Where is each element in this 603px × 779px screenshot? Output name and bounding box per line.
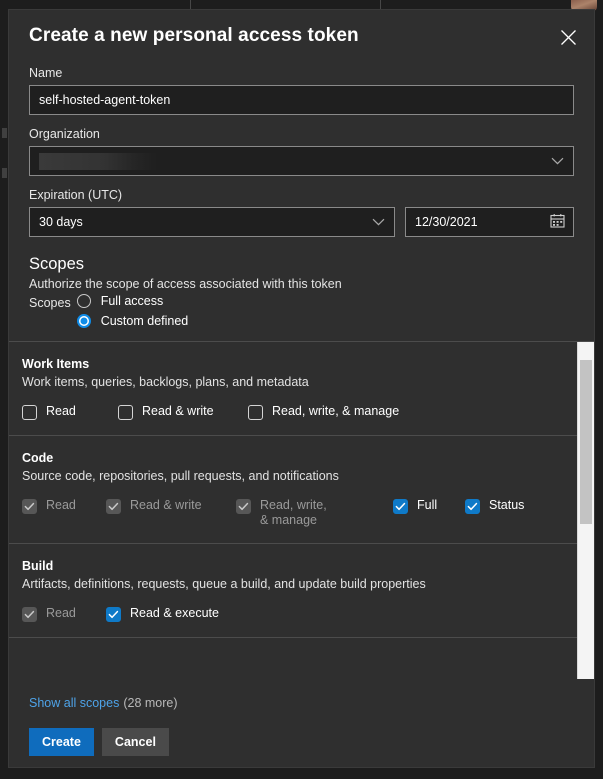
checkbox-checked-disabled-icon xyxy=(106,499,121,514)
scope-radio-label: Custom defined xyxy=(100,314,189,328)
scope-group-description: Work items, queries, backlogs, plans, an… xyxy=(22,375,309,389)
dialog-actions: Create Cancel xyxy=(29,728,574,756)
show-all-scopes-row: Show all scopes (28 more) xyxy=(29,695,574,712)
scope-option: Read & write xyxy=(106,498,236,514)
organization-select[interactable] xyxy=(29,146,574,176)
checkbox-checked-disabled-icon xyxy=(22,607,37,622)
chevron-down-icon xyxy=(551,154,564,168)
scopes-inline-label: Scopes xyxy=(29,296,71,310)
scope-option-label: Read & write xyxy=(142,404,214,418)
dialog-body: Name Organization Expiration (UTC) 30 da… xyxy=(9,65,594,328)
checkbox-checked-disabled-icon xyxy=(236,499,251,514)
scope-option[interactable]: Full xyxy=(393,498,465,514)
scope-options-row: Read Read & execute xyxy=(22,606,575,622)
dialog-header: Create a new personal access token xyxy=(9,10,594,54)
scope-option[interactable]: Read & write xyxy=(118,404,248,420)
organization-redacted-value xyxy=(39,152,157,170)
close-glyph xyxy=(560,29,576,45)
create-token-dialog: Create a new personal access token Name … xyxy=(8,9,595,768)
scope-options-row: Read Read & write Read, write, & manage xyxy=(22,404,575,420)
radio-unchecked-icon xyxy=(76,294,91,308)
scroll-down-arrow-icon[interactable] xyxy=(578,663,594,679)
scope-radio-selected[interactable]: Custom defined xyxy=(76,314,189,328)
checkbox-unchecked-icon xyxy=(118,405,133,420)
checkbox-unchecked-icon xyxy=(248,405,263,420)
scope-option[interactable]: Status xyxy=(465,498,524,514)
checkbox-unchecked-icon xyxy=(22,405,37,420)
scopes-radio-group: Full access Custom defined xyxy=(76,294,189,328)
expiration-period-value: 30 days xyxy=(39,215,83,229)
chevron-down-icon xyxy=(372,215,385,229)
scope-option[interactable]: Read & execute xyxy=(106,606,219,622)
scope-group-name: Work Items xyxy=(22,357,90,371)
cancel-button[interactable]: Cancel xyxy=(101,728,169,756)
expiration-period-select[interactable]: 30 days xyxy=(29,207,395,237)
backdrop-seam xyxy=(380,0,381,9)
scope-option-label: Read xyxy=(46,404,76,418)
scope-options-row: Read Read & write Read, write, & manage Ful… xyxy=(22,498,575,528)
scope-option-label: Status xyxy=(489,498,525,512)
expiration-label: Expiration (UTC) xyxy=(29,188,123,202)
scope-option: Read xyxy=(22,498,106,514)
scope-group: Work Items Work items, queries, backlogs,… xyxy=(9,342,577,436)
scope-option[interactable]: Read, write, & manage xyxy=(248,404,399,420)
scroll-up-arrow-icon[interactable] xyxy=(578,342,594,358)
checkbox-checked-disabled-icon xyxy=(22,499,37,514)
checkbox-checked-icon xyxy=(393,499,408,514)
scope-option[interactable]: Read xyxy=(22,404,118,420)
scope-group-name: Code xyxy=(22,451,54,465)
scope-group-description: Source code, repositories, pull requests… xyxy=(22,469,339,483)
expiration-row: 30 days 12/30/2021 xyxy=(29,207,574,237)
scope-radio-option[interactable]: Full access xyxy=(76,294,189,308)
expiration-date-value: 12/30/2021 xyxy=(415,215,478,229)
scope-option-label: Read xyxy=(46,606,76,620)
calendar-icon[interactable] xyxy=(550,213,565,231)
backdrop-seam xyxy=(190,0,191,9)
scope-list-scrollbar[interactable] xyxy=(577,342,594,679)
token-name-input[interactable] xyxy=(29,85,574,115)
scope-option-label: Read, write, & manage xyxy=(272,404,400,418)
scope-groups-container: Work Items Work items, queries, backlogs,… xyxy=(9,342,577,679)
scope-group: Code Source code, repositories, pull requ… xyxy=(9,436,577,544)
scope-option-label: Read xyxy=(46,498,76,512)
scopes-radio-block: Scopes Full access Custom defined xyxy=(29,294,574,328)
create-button[interactable]: Create xyxy=(29,728,94,756)
scope-list-panel: Work Items Work items, queries, backlogs,… xyxy=(9,341,594,679)
dialog-title: Create a new personal access token xyxy=(29,25,359,46)
scope-option: Read, write, & manage xyxy=(236,498,393,528)
scope-option-label: Read, write, & manage xyxy=(260,498,327,527)
show-all-scopes-count: (28 more) xyxy=(123,696,178,710)
scope-group: Build Artifacts, definitions, requests, q… xyxy=(9,544,577,638)
scope-group-description: Artifacts, definitions, requests, queue … xyxy=(22,577,426,591)
scope-option-label: Read & write xyxy=(130,498,202,512)
radio-checked-icon xyxy=(76,314,91,328)
backdrop-tick xyxy=(2,168,7,178)
scope-option-label: Read & execute xyxy=(130,606,219,620)
scrollbar-thumb[interactable] xyxy=(580,360,592,524)
show-all-scopes-link[interactable]: Show all scopes xyxy=(29,696,119,710)
organization-label: Organization xyxy=(29,127,100,141)
close-icon[interactable] xyxy=(553,22,583,52)
backdrop-tick xyxy=(2,128,7,138)
scope-option-label: Full xyxy=(417,498,438,512)
name-label: Name xyxy=(29,66,63,80)
scope-option: Read xyxy=(22,606,106,622)
expiration-date-input[interactable]: 12/30/2021 xyxy=(405,207,574,237)
scopes-heading: Scopes xyxy=(29,255,85,273)
checkbox-checked-icon xyxy=(465,499,480,514)
checkbox-checked-icon xyxy=(106,607,121,622)
dialog-footer: Show all scopes (28 more) Create Cancel xyxy=(9,695,594,756)
scope-radio-label: Full access xyxy=(100,294,164,308)
scope-group-name: Build xyxy=(22,559,54,573)
scopes-subheading: Authorize the scope of access associated… xyxy=(29,277,342,291)
